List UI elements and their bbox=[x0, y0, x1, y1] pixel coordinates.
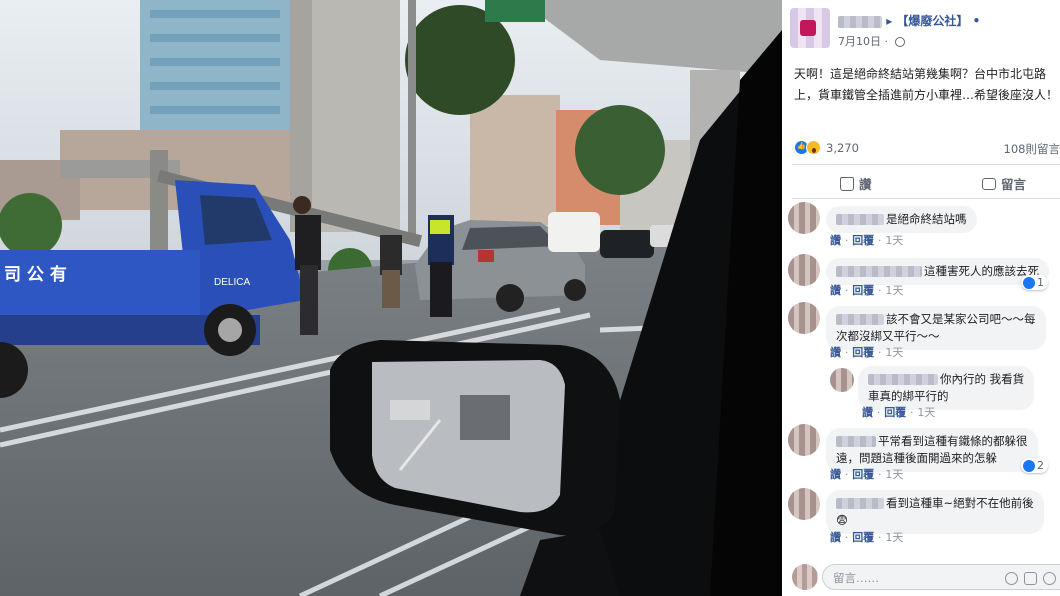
commenter-avatar[interactable] bbox=[830, 368, 854, 392]
commenter-avatar[interactable] bbox=[788, 302, 820, 334]
comment-time[interactable]: 1天 bbox=[885, 346, 903, 359]
post-text: 天啊！這是絕命終結站第幾集啊？台中市北屯路 上，貨車鐵管全插進前方小車裡…希望後… bbox=[794, 64, 1056, 106]
commenter-avatar[interactable] bbox=[788, 254, 820, 286]
page-avatar[interactable] bbox=[790, 8, 830, 48]
comment-actions: 讚 · 回覆 · 1天 bbox=[830, 346, 904, 359]
news-photo: DELICA 司 公 有 bbox=[0, 0, 782, 596]
blurred-name bbox=[836, 214, 884, 225]
reply-actions: 讚 · 回覆 · 1天 bbox=[862, 406, 936, 419]
comment-time[interactable]: 1天 bbox=[917, 406, 935, 419]
comment-bubble: 看到這種車~絕對不在他前後 😨 bbox=[826, 490, 1044, 534]
post-text-line: 天啊！這是絕命終結站第幾集啊？台中市北屯路 bbox=[794, 67, 1047, 81]
comment-reaction-badge[interactable]: 2 bbox=[1021, 458, 1048, 473]
comment-reaction-count: 1 bbox=[1037, 276, 1044, 289]
comment-input-placeholder: 留言…… bbox=[833, 571, 879, 585]
comment-reply-link[interactable]: 回覆 bbox=[852, 346, 874, 359]
comment-like-link[interactable]: 讚 bbox=[830, 284, 841, 297]
truck-brand-text: DELICA bbox=[214, 277, 250, 288]
like-button[interactable]: 讚 bbox=[840, 174, 872, 193]
post-meta: 7月10日 · bbox=[838, 33, 905, 49]
composer-icons bbox=[1005, 572, 1060, 585]
blurred-name bbox=[836, 498, 884, 509]
comment-reply-link[interactable]: 回覆 bbox=[852, 284, 874, 297]
comment-like-link[interactable]: 讚 bbox=[830, 234, 841, 247]
comment-label: 留言 bbox=[1001, 177, 1027, 192]
comment-text: 次都沒綁又平行～～ bbox=[836, 329, 940, 343]
comment-reply-link[interactable]: 回覆 bbox=[852, 531, 874, 544]
comment-reply-link[interactable]: 回覆 bbox=[884, 406, 906, 419]
commenter-avatar[interactable] bbox=[788, 488, 820, 520]
thumbs-up-icon bbox=[840, 176, 854, 191]
commenter-avatar[interactable] bbox=[788, 424, 820, 456]
post-actions: 讚 留言 bbox=[792, 170, 1060, 196]
wow-reaction-icon bbox=[806, 140, 821, 155]
comment-actions: 讚 · 回覆 · 1天 bbox=[830, 284, 904, 297]
comment-button[interactable]: 留言 bbox=[982, 174, 1026, 193]
comment-bubble-icon bbox=[982, 177, 996, 190]
emoji-icon[interactable] bbox=[1005, 572, 1018, 585]
blurred-name bbox=[836, 436, 876, 447]
comment-reply-link[interactable]: 回覆 bbox=[852, 468, 874, 481]
facebook-post-panel: ▸ 【爆廢公社】 • 7月10日 · 天啊！這是絕命終結站第幾集啊？台中市北屯路… bbox=[782, 0, 1060, 596]
comment-text: 這種害死人的應該去死 bbox=[924, 264, 1039, 278]
reply-text: 車真的綁平行的 bbox=[868, 389, 949, 403]
reaction-count[interactable]: 3,270 bbox=[826, 141, 859, 155]
screenshot: DELICA 司 公 有 ▸ 【爆廢公社】 • 7月10日 · 天啊！這是絕命終… bbox=[0, 0, 1060, 596]
comment-text: 遠，問題這種後面開過來的怎躲 bbox=[836, 451, 997, 465]
comment-like-link[interactable]: 讚 bbox=[830, 346, 841, 359]
post-author[interactable]: ▸ 【爆廢公社】 • bbox=[838, 12, 980, 29]
comment-text: 😨 bbox=[836, 513, 848, 527]
comment-reaction-badge[interactable]: 1 bbox=[1021, 275, 1048, 290]
blurred-name bbox=[836, 266, 922, 277]
blurred-name bbox=[868, 374, 938, 385]
divider bbox=[792, 164, 1060, 165]
comment-bubble: 是絕命終結站嗎 bbox=[826, 206, 977, 233]
street-scene-illustration: DELICA 司 公 有 bbox=[0, 0, 782, 596]
comment-like-link[interactable]: 讚 bbox=[830, 531, 841, 544]
comment-count[interactable]: 108則留言 bbox=[1004, 141, 1060, 157]
comment-like-link[interactable]: 讚 bbox=[830, 468, 841, 481]
comment-time[interactable]: 1天 bbox=[885, 468, 903, 481]
commenter-avatar[interactable] bbox=[788, 202, 820, 234]
camera-icon[interactable] bbox=[1024, 572, 1037, 585]
post-text-line: 上，貨車鐵管全插進前方小車裡…希望後座沒人！ bbox=[794, 88, 1056, 102]
gif-icon[interactable] bbox=[1043, 572, 1056, 585]
comment-reply-link[interactable]: 回覆 bbox=[852, 234, 874, 247]
blurred-name bbox=[838, 15, 882, 28]
divider bbox=[792, 198, 1060, 199]
page-name[interactable]: 【爆廢公社】 bbox=[896, 14, 968, 28]
user-avatar bbox=[792, 564, 818, 590]
comment-time[interactable]: 1天 bbox=[885, 284, 903, 297]
comment-text: 平常看到這種有鐵條的都躲很 bbox=[878, 434, 1028, 448]
comment-composer: 留言…… bbox=[792, 562, 1060, 590]
comment-text: 是絕命終結站嗎 bbox=[886, 212, 967, 226]
comment-bubble: 這種害死人的應該去死 bbox=[826, 258, 1049, 285]
globe-icon bbox=[894, 37, 905, 47]
truck-door-text: 司 公 有 bbox=[4, 264, 67, 285]
like-label: 讚 bbox=[859, 177, 872, 192]
comment-time[interactable]: 1天 bbox=[885, 234, 903, 247]
comment-reaction-count: 2 bbox=[1037, 459, 1044, 472]
comment-text: 該不會又是某家公司吧～～每 bbox=[886, 312, 1036, 326]
reaction-summary[interactable]: 3,270 108則留言 bbox=[794, 139, 1060, 157]
comment-actions: 讚 · 回覆 · 1天 bbox=[830, 234, 904, 247]
post-date[interactable]: 7月10日 bbox=[838, 35, 881, 48]
like-reaction-icon bbox=[1023, 276, 1035, 289]
comment-input[interactable]: 留言…… bbox=[822, 564, 1060, 590]
blurred-name bbox=[836, 314, 884, 325]
comment-text: 看到這種車~絕對不在他前後 bbox=[886, 496, 1034, 510]
comment-like-link[interactable]: 讚 bbox=[862, 406, 873, 419]
comment-actions: 讚 · 回覆 · 1天 bbox=[830, 531, 904, 544]
comment-time[interactable]: 1天 bbox=[885, 531, 903, 544]
reply-text: 你內行的 我看貨 bbox=[940, 372, 1025, 386]
comment-actions: 讚 · 回覆 · 1天 bbox=[830, 468, 904, 481]
like-reaction-icon bbox=[1023, 459, 1035, 472]
